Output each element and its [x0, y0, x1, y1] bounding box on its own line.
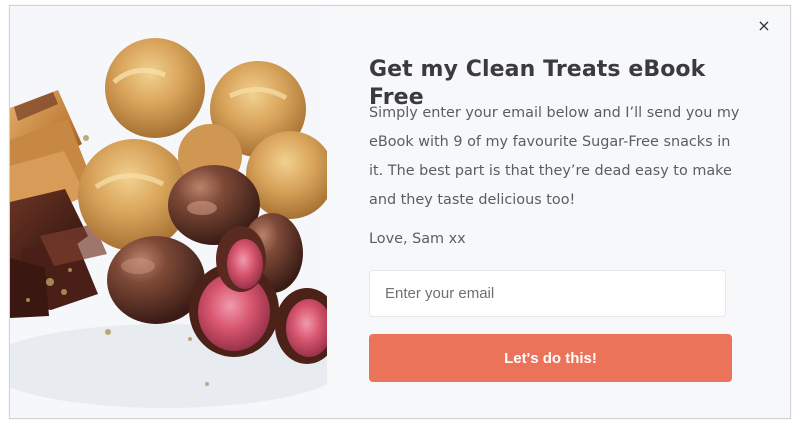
submit-button[interactable]: Let's do this!	[369, 334, 732, 382]
email-signup-popup: × Get my Clean Treats eBook Free Simply …	[9, 5, 791, 419]
email-field[interactable]	[369, 270, 726, 317]
signup-content: × Get my Clean Treats eBook Free Simply …	[327, 6, 790, 418]
popup-description: Simply enter your email below and I’ll s…	[369, 105, 740, 208]
popup-signoff: Love, Sam xx	[369, 231, 466, 247]
treats-image-panel	[10, 6, 327, 418]
food-photo	[10, 6, 327, 418]
close-button[interactable]: ×	[754, 16, 774, 36]
close-icon: ×	[757, 16, 771, 35]
